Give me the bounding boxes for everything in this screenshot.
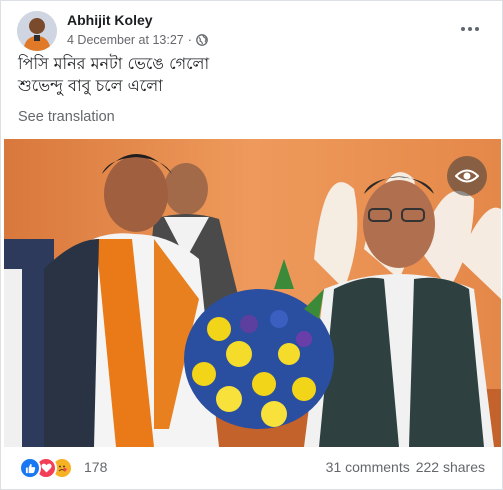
- reaction-icons[interactable]: [19, 457, 79, 479]
- post-photo[interactable]: [4, 139, 501, 447]
- reaction-count[interactable]: 178: [84, 459, 107, 475]
- post-text: পিসি মনির মনটা ভেঙে গেলো শুভেন্দু বাবু চ…: [18, 53, 488, 97]
- post-header: Abhijit Koley 4 December at 13:27 ·: [17, 11, 487, 55]
- meta-separator: ·: [187, 33, 192, 47]
- author-avatar[interactable]: [17, 11, 57, 51]
- post-stats: 31 comments 222 shares: [326, 459, 485, 475]
- eye-icon[interactable]: [447, 156, 487, 196]
- author-name[interactable]: Abhijit Koley: [67, 12, 153, 28]
- post-timestamp[interactable]: 4 December at 13:27: [67, 33, 184, 47]
- comments-count[interactable]: 31 comments: [326, 459, 410, 475]
- post-text-line: পিসি মনির মনটা ভেঙে গেলো: [18, 54, 210, 73]
- post-footer: 178 31 comments 222 shares: [17, 453, 489, 481]
- post-card: Abhijit Koley 4 December at 13:27 · পিসি…: [0, 0, 503, 490]
- like-icon: [19, 457, 41, 479]
- see-translation-link[interactable]: See translation: [18, 109, 115, 125]
- post-text-line: শুভেন্দু বাবু চলে এলো: [18, 76, 163, 95]
- globe-icon[interactable]: [196, 34, 208, 46]
- post-meta: 4 December at 13:27 ·: [67, 33, 208, 47]
- more-options-icon[interactable]: [455, 19, 485, 39]
- shares-count[interactable]: 222 shares: [416, 459, 485, 475]
